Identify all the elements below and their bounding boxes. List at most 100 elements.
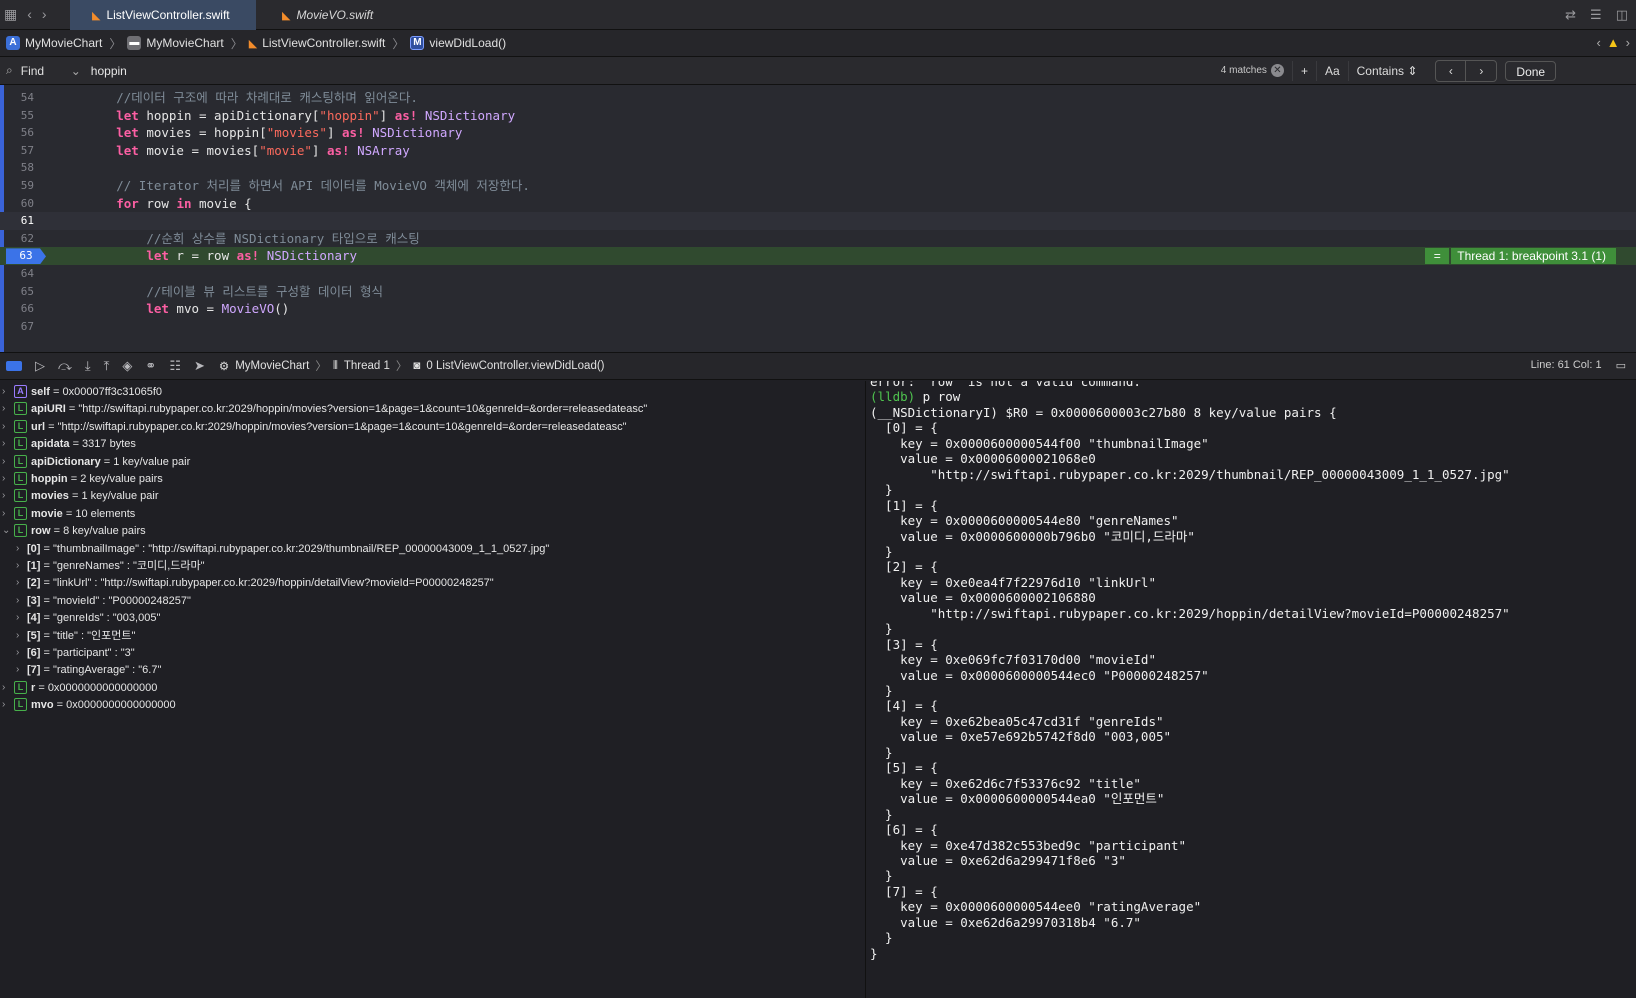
chevron-right-icon[interactable]: › (2, 383, 5, 401)
case-sensitive-button[interactable]: Aa (1315, 60, 1348, 81)
panel-toggle-icon[interactable]: ▭ (1616, 359, 1626, 372)
search-input[interactable] (90, 63, 1221, 78)
chevron-down-icon[interactable]: ⌄ (2, 522, 10, 540)
variable-row[interactable]: › Lmovie = 10 elements (0, 505, 866, 523)
chevron-right-icon[interactable]: › (2, 418, 5, 436)
variable-row[interactable]: › Lapidata = 3317 bytes (0, 435, 866, 453)
line-number[interactable]: 66 (4, 300, 34, 318)
forward-arrow-icon[interactable]: › (42, 6, 47, 23)
view-hierarchy-icon[interactable]: ◈ (122, 358, 132, 374)
variable-row[interactable]: › Aself = 0x00007ff3c31065f0 (0, 383, 866, 401)
variable-row[interactable]: ⌄ Lrow = 8 key/value pairs (0, 522, 866, 540)
continue-icon[interactable]: ▷ (35, 358, 45, 374)
chevron-right-icon[interactable]: › (16, 609, 19, 627)
editor-options-icon[interactable]: ☰ (1590, 7, 1602, 23)
chevron-right-icon[interactable]: › (16, 540, 19, 558)
memory-graph-icon[interactable]: ⚭ (145, 358, 156, 374)
thread-breakpoint-annotation[interactable]: = Thread 1: breakpoint 3.1 (1) (1425, 248, 1616, 265)
chevron-right-icon[interactable]: › (2, 696, 5, 714)
chevron-right-icon[interactable]: › (16, 644, 19, 662)
chevron-down-icon[interactable]: ⌄ (71, 64, 81, 78)
code-line[interactable]: 58 (0, 159, 1636, 177)
step-over-icon[interactable]: ⤼ (58, 358, 72, 374)
code-line[interactable]: 62 //순회 상수를 NSDictionary 타입으로 캐스팅 (0, 230, 1636, 248)
variable-row[interactable]: › [3] = "movieId" : "P00000248257" (0, 592, 866, 610)
line-number[interactable]: 54 (4, 89, 34, 107)
tab-moviedvo[interactable]: ◣ MovieVO.swift (260, 0, 410, 30)
code-line[interactable]: 56 let movies = hoppin["movies"] as! NSD… (0, 124, 1636, 142)
code-line[interactable]: 61 (0, 212, 1636, 231)
code-line[interactable]: 6363 let r = row as! NSDictionary=Thread… (0, 247, 1636, 266)
line-number[interactable]: 62 (4, 230, 34, 248)
breakpoint-flag[interactable]: 63 (6, 248, 46, 265)
code-editor[interactable]: 54 //데이터 구조에 따라 차례대로 캐스팅하며 읽어온다. 55 let h… (0, 85, 1636, 352)
line-number[interactable]: 58 (4, 159, 34, 177)
line-number[interactable]: 56 (4, 124, 34, 142)
code-line[interactable]: 60 for row in movie { (0, 195, 1636, 213)
variable-row[interactable]: › [1] = "genreNames" : "코미디,드라마" (0, 557, 866, 575)
breakpoints-toggle-icon[interactable] (6, 361, 22, 371)
chevron-right-icon[interactable]: › (16, 592, 19, 610)
code-line[interactable]: 67 (0, 318, 1636, 336)
variable-row[interactable]: › [4] = "genreIds" : "003,005" (0, 609, 866, 627)
line-number[interactable]: 60 (4, 195, 34, 213)
step-into-icon[interactable]: ⤓ (85, 358, 91, 374)
chevron-right-icon[interactable]: › (1626, 35, 1630, 50)
variable-row[interactable]: › [6] = "participant" : "3" (0, 644, 866, 662)
variable-row[interactable]: › Lhoppin = 2 key/value pairs (0, 470, 866, 488)
breadcrumb-project[interactable]: A MyMovieChart 〉 (6, 35, 121, 52)
variable-row[interactable]: › Lurl = "http://swiftapi.rubypaper.co.kr… (0, 418, 866, 436)
location-icon[interactable]: ➤ (194, 358, 205, 374)
chevron-right-icon[interactable]: › (2, 505, 5, 523)
variable-row[interactable]: › Lmvo = 0x0000000000000000 (0, 696, 866, 714)
line-number[interactable]: 67 (4, 318, 34, 336)
warning-icon[interactable]: ▲ (1607, 35, 1620, 50)
line-number[interactable]: 55 (4, 107, 34, 125)
clear-icon[interactable]: ✕ (1270, 64, 1284, 77)
chevron-right-icon[interactable]: › (2, 400, 5, 418)
code-line[interactable]: 57 let movie = movies["movie"] as! NSArr… (0, 142, 1636, 160)
console-output[interactable]: error: 'row' is not a valid command. (lld… (868, 381, 1636, 998)
environment-icon[interactable]: ☷ (169, 358, 181, 374)
breadcrumb-folder[interactable]: ▬ MyMovieChart 〉 (127, 35, 243, 52)
grid-icon[interactable]: ▦ (4, 6, 17, 23)
chevron-right-icon[interactable]: › (2, 679, 5, 697)
done-button[interactable]: Done (1505, 60, 1557, 81)
variable-row[interactable]: › [5] = "title" : "인포먼트" (0, 627, 866, 645)
breadcrumb-file[interactable]: ◣ ListViewController.swift 〉 (249, 35, 405, 52)
chevron-right-icon[interactable]: › (16, 557, 19, 575)
find-mode-select[interactable]: Find (21, 64, 71, 78)
chevron-right-icon[interactable]: › (2, 435, 5, 453)
chevron-right-icon[interactable]: › (16, 627, 19, 645)
back-arrow-icon[interactable]: ‹ (27, 6, 32, 23)
line-number[interactable]: 59 (4, 177, 34, 195)
swap-icon[interactable]: ⇄ (1565, 7, 1576, 23)
chevron-left-icon[interactable]: ‹ (1596, 35, 1600, 50)
code-line[interactable]: 65 //테이블 뷰 리스트를 구성할 데이터 형식 (0, 283, 1636, 301)
variable-row[interactable]: › [0] = "thumbnailImage" : "http://swifta… (0, 540, 866, 558)
chevron-right-icon[interactable]: › (16, 574, 19, 592)
debug-crumb-frame[interactable]: 0 ListViewController.viewDidLoad() (426, 360, 604, 372)
variable-row[interactable]: › Lmovies = 1 key/value pair (0, 487, 866, 505)
chevron-right-icon[interactable]: › (2, 470, 5, 488)
line-number[interactable]: 64 (4, 265, 34, 283)
variables-view[interactable]: › Aself = 0x00007ff3c31065f0 › LapiURI = "h… (0, 381, 866, 998)
line-number[interactable]: 61 (4, 212, 34, 230)
next-match-icon[interactable]: › (1466, 61, 1496, 81)
split-editor-icon[interactable]: ◫ (1616, 7, 1628, 23)
step-out-icon[interactable]: ⤒ (104, 358, 110, 374)
chevron-right-icon[interactable]: › (16, 661, 19, 679)
variable-row[interactable]: › LapiDictionary = 1 key/value pair (0, 453, 866, 471)
chevron-right-icon[interactable]: › (2, 487, 5, 505)
code-line[interactable]: 59 // Iterator 처리를 하면서 API 데이터를 MovieVO … (0, 177, 1636, 195)
variable-row[interactable]: › LapiURI = "http://swiftapi.rubypaper.co… (0, 400, 866, 418)
breadcrumb-method[interactable]: M viewDidLoad() (410, 36, 506, 50)
code-line[interactable]: 55 let hoppin = apiDictionary["hoppin"] … (0, 107, 1636, 125)
add-icon[interactable]: + (1291, 60, 1316, 81)
variable-row[interactable]: › [7] = "ratingAverage" : "6.7" (0, 661, 866, 679)
variable-row[interactable]: › [2] = "linkUrl" : "http://swiftapi.ruby… (0, 574, 866, 592)
match-mode-select[interactable]: Contains ⇕ (1347, 60, 1426, 81)
debug-crumb-thread[interactable]: Thread 1 (344, 360, 390, 372)
code-line[interactable]: 64 (0, 265, 1636, 283)
code-line[interactable]: 54 //데이터 구조에 따라 차례대로 캐스팅하며 읽어온다. (0, 89, 1636, 107)
